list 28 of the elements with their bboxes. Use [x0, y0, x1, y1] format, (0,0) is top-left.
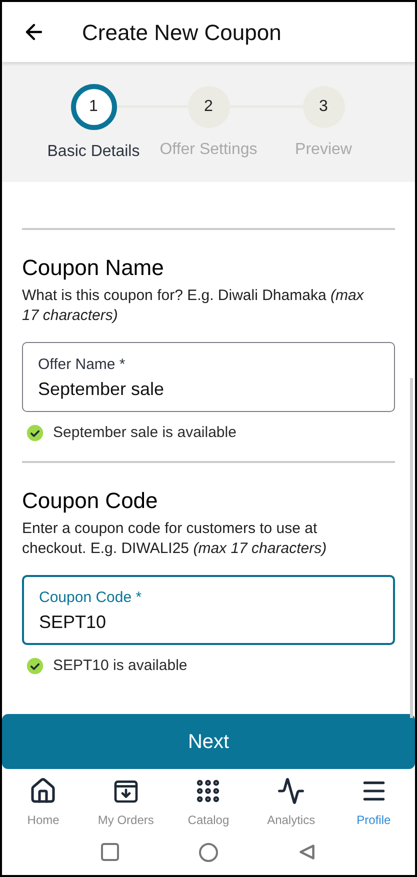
nav-tab[interactable]: Analytics [251, 777, 332, 829]
check-icon [26, 656, 44, 675]
pulse-icon [277, 777, 306, 805]
section-description: Enter a coupon code for customers to use at checkout. E.g. DIWALI25 (max 17 characters) [22, 518, 328, 558]
step-label: Basic Details [47, 142, 140, 162]
nav-tab[interactable]: Profile [334, 777, 414, 829]
text-field[interactable]: Coupon Code * SEPT10 [22, 574, 395, 644]
section-heading: Coupon Name [22, 254, 165, 282]
nav-tab[interactable]: Catalog [168, 777, 248, 829]
home-icon [29, 777, 58, 805]
step-label: Offer Settings [160, 140, 258, 160]
availability-message: September sale is available [53, 423, 236, 443]
field-input[interactable]: September sale [38, 376, 379, 403]
section-description: What is this coupon for? E.g. Diwali Dhamaka (max 17 characters) [22, 286, 365, 326]
nav-tab[interactable]: My Orders [86, 777, 166, 829]
section-heading: Coupon Code [22, 486, 159, 514]
recents-icon[interactable] [101, 843, 119, 861]
field-input[interactable]: SEPT10 [39, 608, 378, 636]
field-label: Coupon Code * [39, 588, 143, 606]
step-label: Preview [295, 140, 352, 160]
check-icon [26, 424, 44, 442]
text-field[interactable]: Offer Name * September sale [22, 342, 395, 412]
availability-message: SEPT10 is available [53, 656, 188, 676]
field-label: Offer Name * [38, 356, 126, 374]
next-button[interactable]: Next [2, 714, 415, 769]
nav-tab[interactable]: Home [3, 777, 84, 829]
page-title: Create New Coupon [82, 18, 282, 47]
back-triangle-icon[interactable] [298, 843, 316, 861]
